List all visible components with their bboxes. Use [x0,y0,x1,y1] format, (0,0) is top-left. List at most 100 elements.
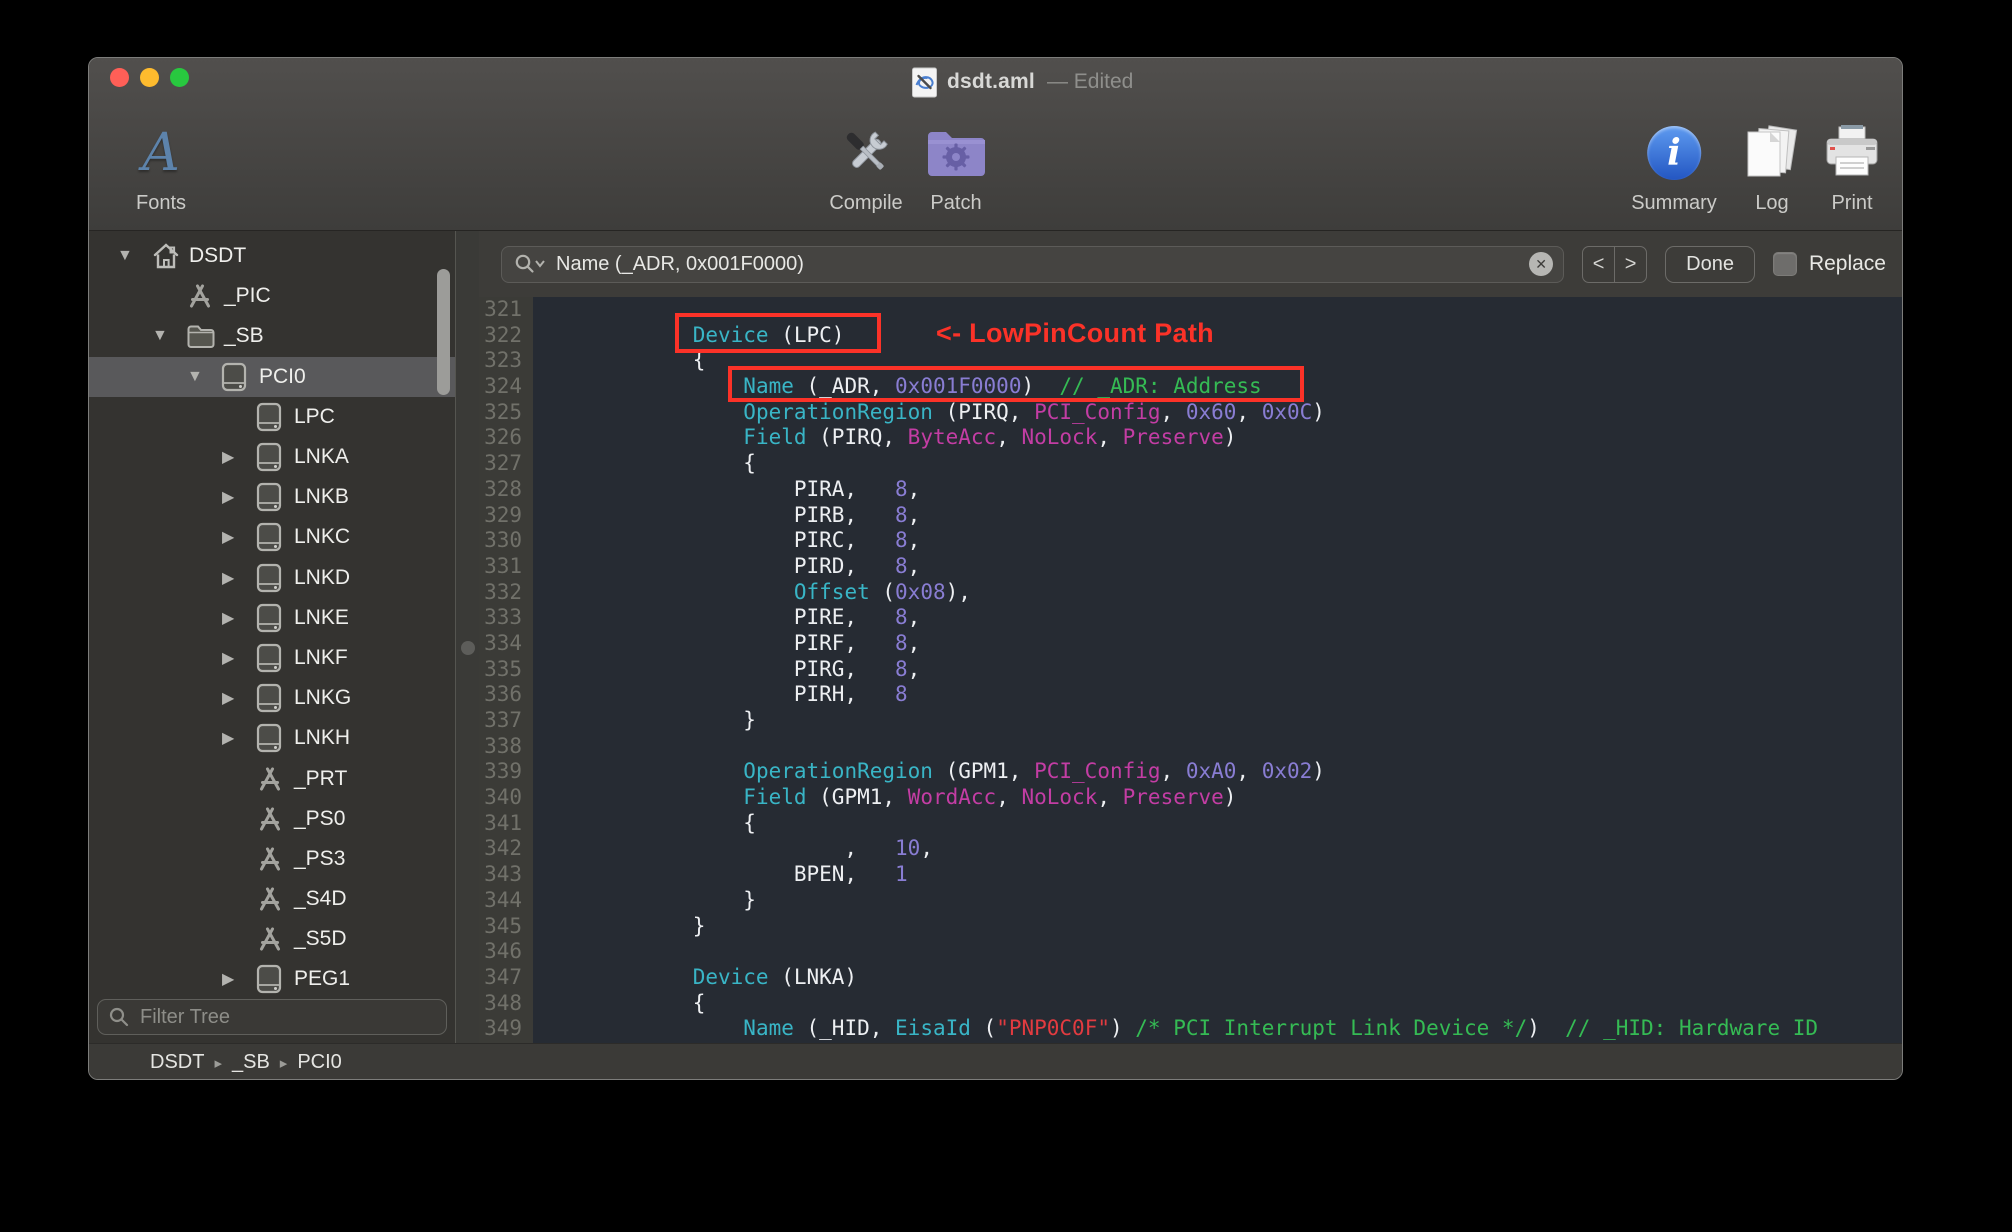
code-row: 337 } [479,708,1902,734]
line-number: 334 [479,630,533,657]
find-field[interactable]: ✕ [501,245,1565,283]
window-title: dsdt.aml [947,70,1035,93]
sidebar-item-lnkh[interactable]: ▶ LNKH [89,718,455,758]
filter-tree-input[interactable] [138,1004,436,1030]
sidebar-item-lnke[interactable]: ▶ LNKE [89,598,455,638]
disclosure-closed-icon[interactable]: ▶ [222,608,256,628]
code-row: 341 { [479,810,1902,837]
sidebar-item-lnkb[interactable]: ▶ LNKB [89,477,455,517]
patch-label: Patch [930,192,982,214]
summary-button[interactable]: i Summary [1631,120,1717,215]
editor-pane: ✕ < > Done Replace 321322 Device (L [479,231,1902,1043]
sidebar-item-lnkd[interactable]: ▶ LNKD [89,558,455,598]
device-icon [256,563,294,593]
close-button[interactable] [110,68,129,87]
code-row: 333 PIRE, 8, [479,605,1902,631]
compile-button[interactable]: Compile [829,120,903,215]
summary-label: Summary [1631,192,1717,214]
code-line: { [541,990,706,1015]
code-line: PIRB, 8, [541,502,921,527]
sidebar-item-lnkf[interactable]: ▶ LNKF [89,638,455,678]
code-lines: 321 322 Device (LPC) 323 {324 Name (_ADR, … [479,297,1902,1042]
code-line: Name (_HID, EisaId ("PNP0C0F") /* PCI In… [743,1016,1819,1041]
sidebar-item-_ps0[interactable]: _PS0 [89,799,455,839]
device-icon [256,964,294,994]
compile-icon [834,120,898,186]
sidebar-scrollbar[interactable] [437,269,450,395]
fonts-button[interactable]: A Fonts [136,120,186,215]
titlebar: dsdt.aml — Edited [89,58,1902,106]
toolbar: A Fonts Compile Patch i Summary Log Prin… [89,106,1902,231]
breadcrumb-item-pci0[interactable]: PCI0 [297,1051,341,1074]
code-row: 329 PIRB, 8, [479,502,1902,529]
sidebar-item-_sb[interactable]: ▼ _SB [89,316,455,356]
sidebar-item-_s5d[interactable]: _S5D [89,919,455,959]
print-label: Print [1831,192,1873,214]
code-row: 342 , 10, [479,836,1902,863]
minimize-button[interactable] [140,68,159,87]
log-button[interactable]: Log [1741,120,1803,215]
sidebar-item-_ps3[interactable]: _PS3 [89,839,455,879]
sidebar-item-_prt[interactable]: _PRT [89,758,455,798]
disclosure-closed-icon[interactable]: ▶ [222,447,256,467]
code-editor[interactable]: 321 322 Device (LPC) 323 {324 Name (_ADR, … [479,297,1902,1043]
replace-checkbox[interactable] [1772,252,1797,276]
desktop: dsdt.aml — Edited A Fonts Compile Patch … [0,0,2012,1232]
search-menu-icon[interactable] [514,253,546,275]
code-row: 338 [479,733,1902,760]
find-next-button[interactable]: > [1615,247,1646,282]
find-input[interactable] [554,251,1522,277]
line-number: 323 [479,348,533,375]
sidebar-item-pci0[interactable]: ▼ PCI0 [89,356,455,397]
line-number: 341 [479,810,533,837]
breadcrumb-item-dsdt[interactable]: DSDT [150,1051,204,1074]
disclosure-closed-icon[interactable]: ▶ [222,969,256,989]
code-row: 347 Device (LNKA) [479,964,1902,991]
disclosure-closed-icon[interactable]: ▶ [222,527,256,547]
clear-search-icon[interactable]: ✕ [1529,252,1554,276]
disclosure-open-icon[interactable]: ▼ [117,247,151,265]
disclosure-closed-icon[interactable]: ▶ [222,648,256,668]
line-number: 346 [479,939,533,965]
done-button[interactable]: Done [1665,245,1755,283]
sidebar-item-lnka[interactable]: ▶ LNKA [89,437,455,477]
patch-button[interactable]: Patch [923,120,989,215]
replace-label: Replace [1808,252,1886,275]
sidebar-item-peg1[interactable]: ▶ PEG1 [89,959,455,999]
print-button[interactable]: Print [1822,120,1882,215]
sidebar-item-lpc[interactable]: LPC [89,397,455,437]
printer-icon [1822,120,1882,186]
sidebar-item-label: LNKC [294,525,351,549]
disclosure-open-icon[interactable]: ▼ [187,368,221,386]
split-handle-icon [460,641,475,655]
line-number: 335 [479,656,533,683]
disclosure-closed-icon[interactable]: ▶ [222,728,256,748]
line-number: 340 [479,785,533,811]
split-divider[interactable] [455,231,479,1043]
sidebar-item-lnkc[interactable]: ▶ LNKC [89,517,455,557]
code-line: } [541,708,756,732]
disclosure-closed-icon[interactable]: ▶ [222,487,256,507]
sidebar-item-label: LNKB [294,485,349,509]
line-number: 331 [479,553,533,580]
breadcrumb-item-_sb[interactable]: _SB [232,1051,270,1074]
sidebar-item-lnkg[interactable]: ▶ LNKG [89,678,455,718]
sidebar-item-_pic[interactable]: _PIC [89,276,455,316]
disclosure-closed-icon[interactable]: ▶ [222,568,256,588]
sidebar-item-_s4d[interactable]: _S4D [89,879,455,919]
method-icon [256,926,294,952]
line-number: 347 [479,964,533,991]
code-row: 325 OperationRegion (PIRQ, PCI_Config, 0… [479,399,1902,426]
line-number: 342 [479,836,533,863]
disclosure-open-icon[interactable]: ▼ [152,327,186,345]
code-row: 348 { [479,990,1902,1017]
disclosure-closed-icon[interactable]: ▶ [222,688,256,708]
zoom-button[interactable] [170,68,189,87]
filter-tree-field[interactable] [97,999,447,1035]
find-previous-button[interactable]: < [1583,246,1616,282]
sidebar-item-dsdt[interactable]: ▼ DSDT [89,236,455,276]
line-number: 333 [479,605,533,631]
sidebar-item-label: LNKE [294,605,349,629]
code-line: PIRC, 8, [541,528,921,553]
